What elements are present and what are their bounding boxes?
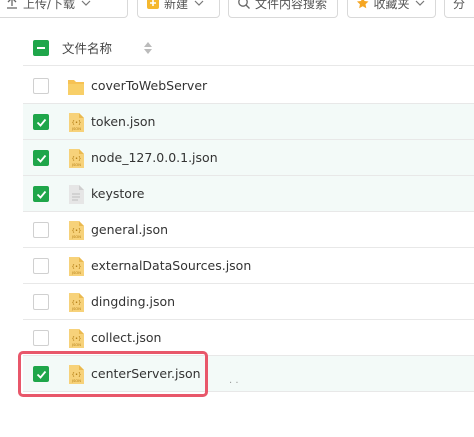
file-row[interactable]: {•} JSON general.json [23, 212, 474, 248]
row-checkbox[interactable] [33, 257, 49, 274]
new-label: 新建 [164, 0, 189, 11]
svg-text:{•}: {•} [72, 300, 82, 306]
search-icon [238, 0, 250, 9]
column-header-file-name[interactable]: 文件名称 [62, 38, 112, 57]
file-row[interactable]: {•} JSON node_127.0.0.1.json [23, 140, 474, 176]
file-name[interactable]: collect.json [91, 330, 161, 345]
svg-text:{•}: {•} [72, 264, 82, 270]
json-file-icon: {•} JSON [67, 328, 85, 349]
file-row[interactable]: coverToWebServer [23, 68, 474, 104]
row-checkbox[interactable] [33, 293, 49, 310]
row-checkbox[interactable] [33, 221, 49, 238]
file-list-header: 文件名称 [23, 30, 474, 66]
file-row[interactable]: keystore [23, 176, 474, 212]
svg-text:JSON: JSON [71, 271, 81, 275]
upload-download-button[interactable]: 上传/下载 [0, 0, 128, 18]
row-checkbox[interactable] [33, 149, 49, 166]
file-name[interactable]: token.json [91, 114, 155, 129]
json-file-icon: {•} JSON [67, 292, 85, 313]
svg-text:JSON: JSON [71, 163, 81, 167]
chevron-down-icon [194, 0, 206, 9]
file-row[interactable]: {•} JSON dingding.json [23, 284, 474, 320]
file-content-search-button[interactable]: 文件内容搜索 [228, 0, 338, 18]
json-file-icon: {•} JSON [67, 220, 85, 241]
file-row[interactable]: {•} JSON externalDataSources.json [23, 248, 474, 284]
svg-text:JSON: JSON [71, 127, 81, 131]
chevron-down-icon [415, 0, 427, 9]
favorites-button[interactable]: 收藏夹 [347, 0, 436, 18]
sort-icon[interactable] [143, 41, 153, 55]
svg-text:JSON: JSON [71, 343, 81, 347]
row-checkbox[interactable] [33, 185, 49, 202]
file-content-search-label: 文件内容搜索 [255, 0, 328, 11]
new-button[interactable]: 新建 [137, 0, 220, 18]
more-button[interactable]: 分 [444, 0, 474, 18]
file-name[interactable]: dingding.json [91, 294, 175, 309]
svg-text:JSON: JSON [71, 307, 81, 311]
more-label: 分 [453, 0, 466, 11]
toolbar: 上传/下载 新建 文件内容搜索 收藏夹 分 [0, 0, 474, 22]
chevron-down-icon [81, 0, 93, 9]
svg-text:{•}: {•} [72, 120, 82, 126]
json-file-icon: {•} JSON [67, 256, 85, 277]
json-file-icon: {•} JSON [67, 112, 85, 133]
favorites-label: 收藏夹 [373, 0, 410, 11]
select-all-checkbox[interactable] [33, 39, 49, 56]
svg-text:{•}: {•} [72, 336, 82, 342]
row-checkbox[interactable] [33, 77, 49, 94]
file-name[interactable]: coverToWebServer [91, 78, 207, 93]
cursor-dots: . . [229, 375, 239, 386]
svg-text:JSON: JSON [71, 235, 81, 239]
new-file-icon [147, 0, 159, 9]
star-icon [356, 0, 369, 9]
svg-text:{•}: {•} [72, 228, 82, 234]
row-checkbox[interactable] [33, 329, 49, 346]
file-row[interactable]: {•} JSON token.json [23, 104, 474, 140]
file-name[interactable]: keystore [91, 186, 145, 201]
file-name[interactable]: externalDataSources.json [91, 258, 251, 273]
json-file-icon: {•} JSON [67, 148, 85, 169]
upload-icon [7, 0, 17, 9]
file-icon [67, 184, 85, 205]
file-name[interactable]: general.json [91, 222, 168, 237]
highlight-box [18, 351, 208, 397]
row-checkbox[interactable] [33, 113, 49, 130]
folder-icon [67, 76, 85, 97]
svg-text:{•}: {•} [72, 156, 82, 162]
upload-download-label: 上传/下载 [23, 0, 76, 11]
file-name[interactable]: node_127.0.0.1.json [91, 150, 218, 165]
